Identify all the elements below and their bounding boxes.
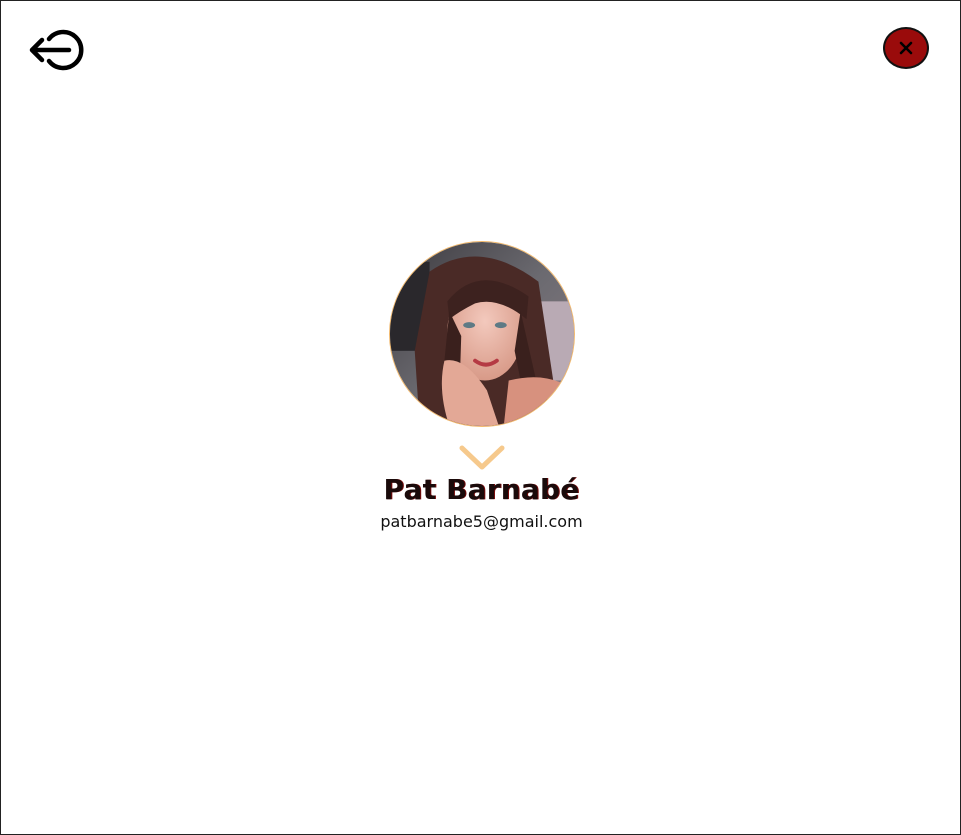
close-icon [899,41,913,55]
user-name: Pat Barnabé [383,473,580,506]
user-email: patbarnabe5@gmail.com [380,512,583,531]
chevron-down-icon [459,445,504,470]
avatar-photo [389,242,574,426]
logout-button[interactable] [27,27,89,73]
avatar[interactable] [388,241,575,427]
logout-arrow-icon [29,29,84,71]
close-button[interactable] [883,27,929,69]
profile-card: Pat Barnabé patbarnabe5@gmail.com [1,241,961,531]
expand-profile-button[interactable] [459,445,505,471]
profile-panel: Pat Barnabé patbarnabe5@gmail.com [0,0,961,835]
